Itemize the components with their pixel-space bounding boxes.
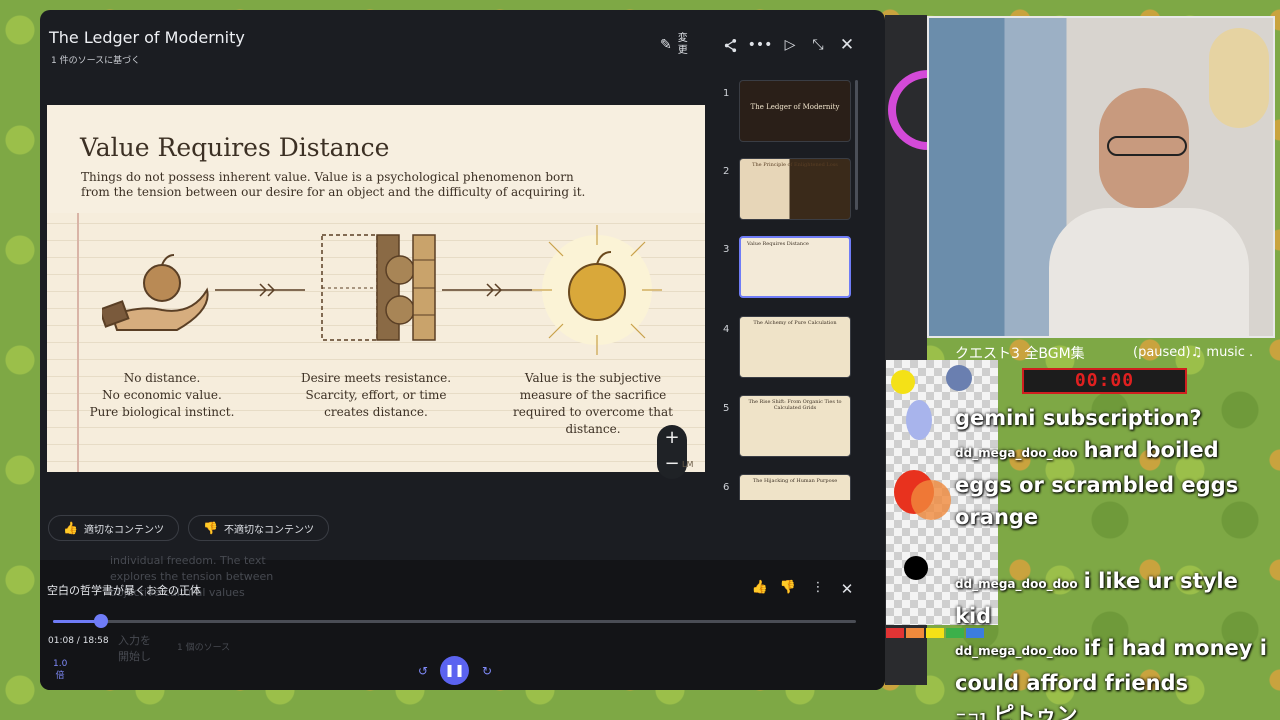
playback-speed-button[interactable]: 1.0 倍: [53, 658, 67, 682]
thumbnail-scrollbar[interactable]: [855, 80, 858, 210]
hand-apple-illustration: [102, 254, 209, 331]
bad-content-button[interactable]: 👎 不適切なコンテンツ: [188, 515, 329, 541]
audio-title: 空白の哲学書が暴くお金の正体: [47, 584, 201, 597]
progress-knob[interactable]: [94, 614, 109, 628]
pause-icon: ❚❚: [444, 663, 465, 677]
background-source-count: 1 個のソース: [177, 643, 231, 653]
thumbs-up-icon: 👍: [751, 580, 769, 595]
chat-overlay: gemini subscription? dd_mega_doo_doo hard…: [955, 402, 1275, 720]
chat-username: dd_mega_doo_doo: [955, 577, 1078, 591]
thumbnail-item[interactable]: 1 The Ledger of Modernity: [720, 80, 860, 146]
close-icon: ✕: [840, 580, 854, 598]
notebook-title: The Ledger of Modernity: [49, 28, 245, 47]
chat-message: dd_mega_doo_doo if i had money i could af…: [955, 636, 1267, 695]
caption-no-distance: No distance. No economic value. Pure bio…: [89, 371, 235, 419]
thumbs-down-icon: 👎: [203, 521, 218, 535]
thumbnail-item[interactable]: 5 The Rise Shift: From Organic Ties to C…: [720, 395, 860, 461]
stream-timer: 00:00: [1022, 368, 1187, 394]
music-status: (paused)♫ music .: [1133, 345, 1254, 360]
playback-time: 01:08 / 18:58: [48, 636, 109, 646]
thumbnail-card[interactable]: The Ledger of Modernity: [739, 80, 851, 142]
more-button[interactable]: •••: [747, 32, 773, 58]
more-icon: •••: [747, 37, 773, 53]
chat-message: dd_mega_doo_doo i like ur style kid: [955, 569, 1238, 628]
chat-message: gemini subscription?: [955, 406, 1202, 430]
thumbnail-item[interactable]: 4 The Alchemy of Pure Calculation: [720, 316, 860, 382]
thumbnail-card[interactable]: The Rise Shift: From Organic Ties to Cal…: [739, 395, 851, 457]
rewind-icon: ↺: [417, 664, 429, 678]
audio-more-button[interactable]: ⋮: [808, 580, 828, 600]
webcam-feed: [927, 16, 1275, 338]
barrier-illustration: [321, 234, 436, 341]
progress-bar[interactable]: [53, 614, 856, 628]
thumbnail-card[interactable]: The Alchemy of Pure Calculation: [739, 316, 851, 378]
paint-blob: [911, 480, 951, 520]
slide-viewer-panel: The Ledger of Modernity 1 件のソースに基づく ✎ 変更…: [40, 10, 885, 690]
edit-button[interactable]: ✎ 変更: [660, 28, 700, 62]
like-button[interactable]: 👍: [750, 580, 770, 600]
paint-blob: [904, 556, 928, 580]
pause-button[interactable]: ❚❚: [440, 656, 469, 685]
palette-swatch[interactable]: [906, 628, 924, 638]
thumbnail-item-active[interactable]: 3 Value Requires Distance: [720, 236, 860, 302]
collapse-button[interactable]: ⤡: [805, 32, 831, 58]
paint-blob: [906, 400, 932, 440]
thumbs-down-icon: 👎: [779, 580, 797, 595]
rewind-10-button[interactable]: ↺: [412, 660, 434, 682]
present-button[interactable]: ▷: [777, 32, 803, 58]
current-slide: Value Requires Distance Things do not po…: [47, 105, 705, 472]
forward-icon: ↻: [481, 664, 493, 678]
background-input-placeholder: 入力を 開始し: [118, 634, 151, 663]
share-icon: [724, 38, 736, 52]
watermark: LM: [682, 460, 694, 469]
chat-message: dd_mega_doo_doo hard boiled eggs or scram…: [955, 438, 1239, 529]
pencil-icon: ✎: [660, 37, 672, 53]
chat-username: dd_mega_doo_doo: [955, 644, 1078, 658]
thumbnail-item[interactable]: 2 The Principle of Enlightened Loss: [720, 158, 860, 224]
webcam-person: [1049, 208, 1249, 336]
collapse-icon: ⤡: [812, 37, 824, 53]
teddy-bear: [1209, 28, 1269, 128]
slide-thumbnail-list[interactable]: 1 The Ledger of Modernity 2 The Principl…: [720, 78, 860, 500]
palette-swatch[interactable]: [926, 628, 944, 638]
chat-message: ニコ1 ピトゥン: [955, 699, 1275, 720]
thumbnail-card[interactable]: The Principle of Enlightened Loss: [739, 158, 851, 220]
thumbnail-item[interactable]: 6 The Hijacking of Human Purpose: [720, 474, 860, 500]
webcam-glasses: [1107, 136, 1187, 156]
close-icon: ✕: [839, 35, 855, 55]
play-icon: ▷: [784, 37, 796, 53]
forward-10-button[interactable]: ↻: [476, 660, 498, 682]
paint-blob: [946, 365, 972, 391]
slide-title: Value Requires Distance: [80, 133, 390, 162]
share-button[interactable]: [717, 32, 743, 58]
chat-username: ニコ1: [955, 711, 988, 720]
caption-resistance: Desire meets resistance. Scarcity, effor…: [300, 371, 452, 419]
more-vertical-icon: ⋮: [811, 580, 825, 595]
thumbs-up-icon: 👍: [63, 521, 78, 535]
arrow-1: [215, 283, 305, 297]
chat-username: dd_mega_doo_doo: [955, 446, 1078, 460]
bgm-title: クエスト3 全BGM集: [955, 346, 1085, 362]
thumbnail-card[interactable]: Value Requires Distance: [739, 236, 851, 298]
audio-close-button[interactable]: ✕: [837, 580, 857, 600]
dislike-button[interactable]: 👎: [778, 580, 798, 600]
audio-player: individual freedom. The text explores th…: [40, 554, 885, 690]
palette-swatch[interactable]: [886, 628, 904, 638]
close-button[interactable]: ✕: [834, 32, 860, 58]
zoom-in-button[interactable]: +: [657, 425, 687, 451]
golden-apple-illustration: [532, 225, 662, 355]
good-content-button[interactable]: 👍 適切なコンテンツ: [48, 515, 179, 541]
viewer-header: The Ledger of Modernity 1 件のソースに基づく ✎ 変更…: [40, 10, 885, 80]
slide-body: Things do not possess inherent value. Va…: [81, 170, 586, 199]
zoom-control: + −: [657, 425, 687, 479]
source-count: 1 件のソースに基づく: [51, 56, 141, 66]
paint-blob: [891, 370, 915, 394]
thumbnail-card[interactable]: The Hijacking of Human Purpose: [739, 474, 851, 500]
edit-label: 変更: [677, 33, 688, 56]
notebook-margin-line: [77, 213, 79, 472]
